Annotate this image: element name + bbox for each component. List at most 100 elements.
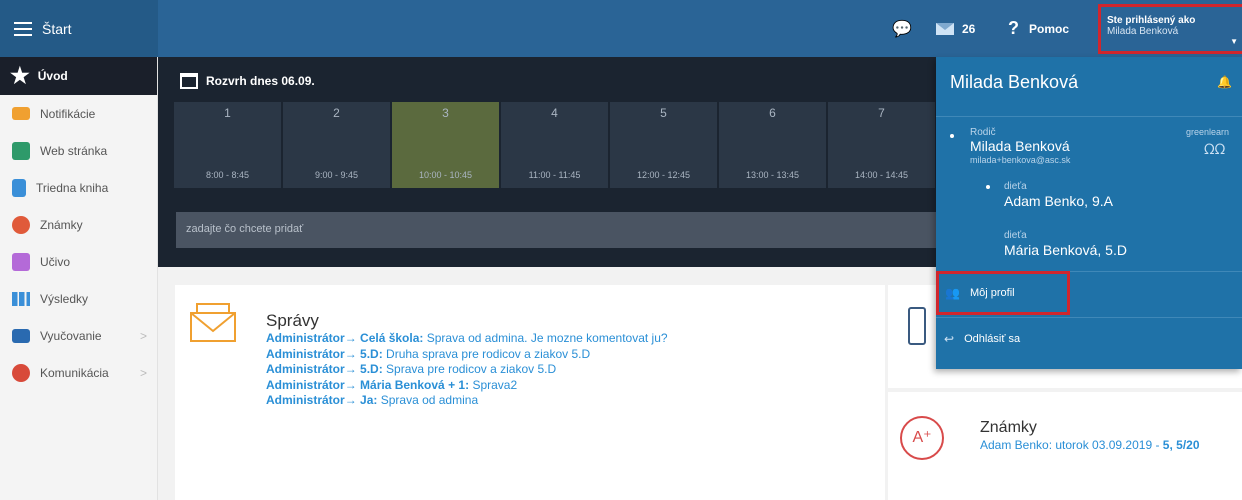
message-text: Sprava pre rodicov a ziakov 5.D [386,362,557,376]
grades-entry-text: Adam Benko: utorok 03.09.2019 - [980,438,1160,452]
bell-icon[interactable]: 🔔 [1217,75,1232,89]
start-label: Štart [42,20,72,37]
period-time: 11:00 - 11:45 [528,170,581,180]
timetable-period[interactable]: 6 13:00 - 13:45 [719,102,826,188]
bullet-dot [950,134,954,138]
timetable-period[interactable]: 4 11:00 - 11:45 [501,102,608,188]
child-role: dieťa [1004,181,1027,192]
sidebar-item-web-stranka[interactable]: Web stránka [0,132,157,169]
sidebar-item-komunikacia[interactable]: Komunikácia > [0,354,157,391]
timetable-period[interactable]: 1 8:00 - 8:45 [174,102,281,188]
add-item-placeholder: zadajte čo chcete pridať [186,223,304,235]
sidebar-item-ucivo[interactable]: Učivo [0,243,157,280]
top-bar: Štart 💬 26 ? Pomoc Ste prihlásený ako Mi… [0,0,1242,57]
timetable-period[interactable]: 7 14:00 - 14:45 [828,102,935,188]
sidebar-item-uvod[interactable]: ★ Úvod [0,57,157,95]
message-sender: Administrátor [266,346,345,361]
glasses-icon: ᘯᘯ [1204,141,1226,157]
message-recipient: Mária Benková + 1: [360,377,470,392]
parent-name: Milada Benková [970,138,1070,154]
sidebar-item-vyucovanie[interactable]: Vyučovanie > [0,317,157,354]
parent-role: Rodič [970,127,996,138]
child-role: dieťa [1004,230,1027,241]
period-number: 2 [333,106,340,120]
timetable-period[interactable]: 2 9:00 - 9:45 [283,102,390,188]
logged-in-as-button[interactable]: Ste prihlásený ako Milada Benková ▼ [1098,4,1242,54]
user-dropdown: Milada Benková 🔔 Rodič Milada Benková mi… [936,57,1242,369]
arrow-icon: → [344,331,361,345]
messages-list: Administrátor→ Celá škola: Sprava od adm… [266,331,668,409]
sidebar-item-notifikacie[interactable]: Notifikácie [0,95,157,132]
sidebar-item-label: Známky [40,217,83,232]
period-number: 7 [878,106,885,120]
start-button[interactable]: Štart [0,0,158,57]
period-time: 9:00 - 9:45 [314,170,359,180]
arrow-icon: → [344,393,361,407]
dropdown-header: Milada Benková 🔔 [936,57,1242,117]
brand-label: greenlearn [1186,127,1230,137]
help-button[interactable]: ? Pomoc [1008,0,1069,57]
home-icon [12,141,30,160]
bullet-dot [986,185,990,189]
sidebar-item-znamky[interactable]: Známky [0,206,157,243]
book-icon [12,178,26,197]
timetable-period[interactable]: 3 10:00 - 10:45 [392,102,499,188]
chat-icon [12,363,30,382]
timetable-panel: Rozvrh dnes 06.09. 1 8:00 - 8:45 2 9:00 - 9… [158,57,938,267]
message-sender: Administrátor [266,393,345,407]
grades-title: Známky [980,419,1037,436]
child-name: Mária Benková, 5.D [1004,242,1127,258]
message-item[interactable]: Administrátor→ Ja: Sprava od admina [266,393,668,409]
mail-count: 26 [962,21,976,36]
chat-button[interactable]: 💬 [892,0,912,57]
message-text: Sprava2 [472,377,518,392]
period-number: 4 [551,106,558,120]
logout-label: Odhlásiť sa [964,333,1021,345]
sidebar-item-label: Učivo [40,254,71,269]
notebook-icon [908,307,926,345]
message-item[interactable]: Administrátor→ 5.D: Sprava pre rodicov a… [266,362,668,378]
users-icon: 👥 [945,286,960,300]
sidebar-item-triedna-kniha[interactable]: Triedna kniha [0,169,157,206]
my-profile-button[interactable]: 👥 Môj profil [936,271,1070,315]
sidebar-item-vysledky[interactable]: Výsledky [0,280,157,317]
parent-email: milada+benkova@asc.sk [970,155,1071,165]
login-title: Ste prihlásený ako [1107,15,1196,26]
divider [936,317,1242,318]
sidebar-item-label: Úvod [37,69,68,83]
mail-button[interactable]: 26 [936,0,975,57]
arrow-icon: → [344,377,361,392]
arrow-icon: → [344,346,361,361]
sidebar: ★ Úvod Notifikácie Web stránka Triedna k… [0,57,158,500]
message-item[interactable]: Administrátor→ Mária Benková + 1: Sprava… [266,378,668,394]
message-recipient: Celá škola: [360,331,424,345]
message-sender: Administrátor [266,362,345,376]
timetable-period[interactable]: 5 12:00 - 12:45 [610,102,717,188]
grades-entry-value: 5, 5/20 [1162,438,1200,452]
logout-button[interactable]: ↩ Odhlásiť sa [936,325,1020,353]
grade-icon [12,215,30,234]
period-time: 12:00 - 12:45 [636,170,691,180]
period-number: 6 [769,106,776,120]
timetable-title[interactable]: Rozvrh dnes 06.09. [180,73,315,89]
message-text: Sprava od admina. Je mozne komentovat ju… [426,331,668,345]
grade-a-plus-icon: A⁺ [900,416,944,460]
chat-icon: 💬 [892,20,912,38]
chevron-right-icon: > [139,328,147,343]
chevron-right-icon: > [139,365,147,380]
mail-icon [936,22,954,35]
message-item[interactable]: Administrátor→ 5.D: Druha sprava pre rod… [266,347,668,363]
period-number: 3 [442,106,449,120]
add-item-input[interactable]: zadajte čo chcete pridať [176,212,938,248]
period-time: 13:00 - 13:45 [745,170,800,180]
calendar-icon [180,73,198,89]
arrow-icon: → [344,362,361,376]
period-time: 14:00 - 14:45 [854,170,909,180]
timetable-title-text: Rozvrh dnes 06.09. [206,74,315,88]
grades-entry[interactable]: Adam Benko: utorok 03.09.2019 - 5, 5/20 [980,438,1230,453]
messages-card: Správy Administrátor→ Celá škola: Sprava… [175,285,885,500]
message-item[interactable]: Administrátor→ Celá škola: Sprava od adm… [266,331,668,347]
message-recipient: 5.D: [360,362,383,376]
sidebar-item-label: Web stránka [40,143,108,158]
period-time: 8:00 - 8:45 [205,170,250,180]
